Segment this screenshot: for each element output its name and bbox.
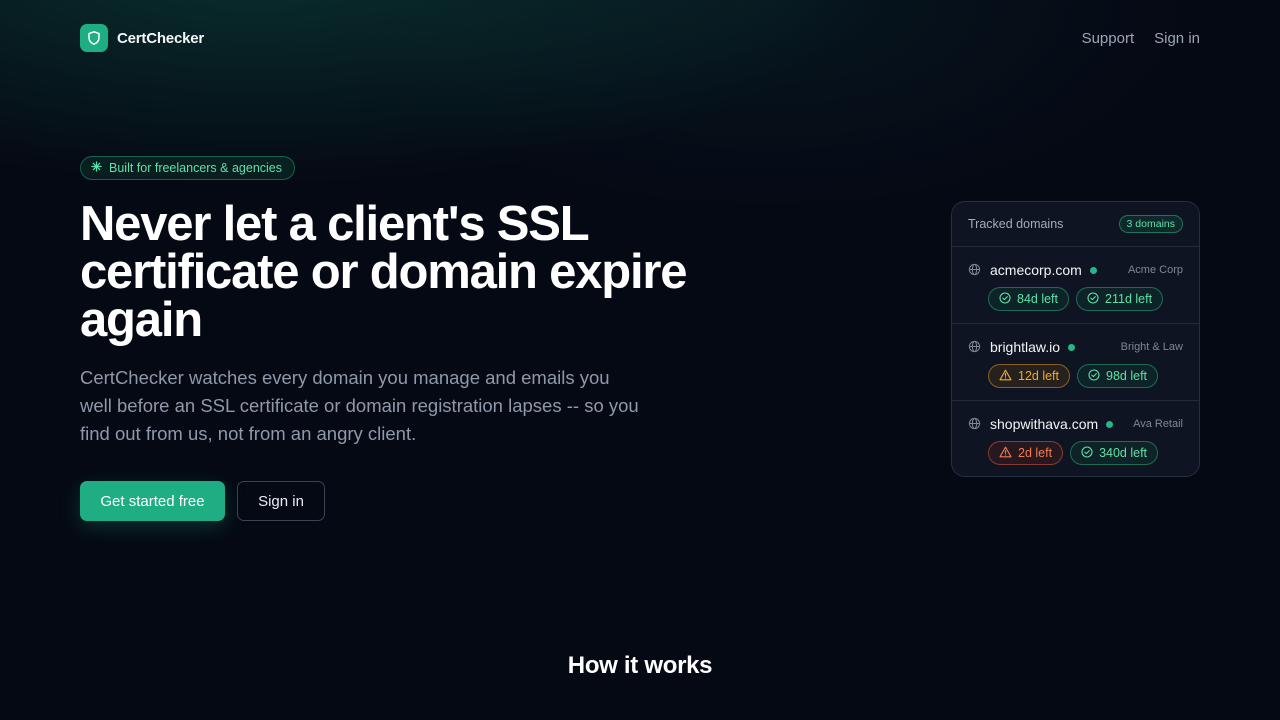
card-title: Tracked domains: [968, 217, 1064, 231]
tracked-domains-card: Tracked domains 3 domains acmecorp.com A…: [951, 201, 1200, 477]
sign-in-button[interactable]: Sign in: [237, 481, 325, 521]
check-circle-icon: [1081, 445, 1093, 461]
nav-links: Support Sign in: [1082, 30, 1200, 47]
audience-badge: Built for freelancers & agencies: [80, 156, 296, 180]
domain-row[interactable]: shopwithava.com Ava Retail 2d left 340d …: [952, 401, 1199, 476]
warning-triangle-icon: [999, 446, 1012, 461]
ssl-expiry-tag: 84d left: [988, 287, 1070, 311]
domain-row[interactable]: brightlaw.io Bright & Law 12d left 98d l…: [952, 324, 1199, 401]
top-nav: CertChecker Support Sign in: [80, 24, 1200, 52]
domain-expiry-tag: 340d left: [1070, 441, 1159, 465]
domain-days-left: 340d left: [1099, 446, 1148, 460]
domain-days-left: 98d left: [1106, 369, 1148, 383]
card-header: Tracked domains 3 domains: [952, 202, 1199, 247]
ssl-expiry-tag: 2d left: [988, 441, 1064, 465]
sparkle-icon: [91, 159, 102, 177]
ssl-days-left: 2d left: [1018, 446, 1053, 460]
domain-name: shopwithava.com: [990, 416, 1099, 432]
ssl-days-left: 84d left: [1017, 292, 1059, 306]
nav-link-sign-in[interactable]: Sign in: [1154, 30, 1200, 47]
client-name: Bright & Law: [1120, 341, 1183, 353]
ssl-expiry-tag: 12d left: [988, 364, 1071, 388]
domain-name: acmecorp.com: [990, 262, 1082, 278]
globe-icon: [968, 263, 982, 277]
domain-days-left: 211d left: [1105, 292, 1153, 306]
globe-icon: [968, 417, 982, 431]
brand-name: CertChecker: [117, 29, 205, 47]
get-started-button[interactable]: Get started free: [80, 481, 225, 521]
domain-row[interactable]: acmecorp.com Acme Corp 84d left 211d lef…: [952, 247, 1199, 324]
badge-label: Built for freelancers & agencies: [109, 161, 283, 175]
status-dot: [1089, 266, 1097, 274]
domain-expiry-tag: 211d left: [1076, 287, 1164, 311]
globe-icon: [968, 340, 982, 354]
nav-link-support[interactable]: Support: [1082, 30, 1135, 47]
status-dot: [1068, 343, 1076, 351]
check-circle-icon: [999, 291, 1011, 307]
shield-icon: [80, 24, 108, 52]
domain-count-badge: 3 domains: [1118, 215, 1183, 233]
warning-triangle-icon: [999, 369, 1012, 384]
check-circle-icon: [1088, 368, 1100, 384]
status-dot: [1106, 420, 1114, 428]
ssl-days-left: 12d left: [1018, 369, 1060, 383]
hero-headline: Never let a client's SSL certificate or …: [80, 197, 688, 347]
domain-name: brightlaw.io: [990, 339, 1061, 355]
hero-subtext: CertChecker watches every domain you man…: [80, 367, 639, 444]
check-circle-icon: [1087, 291, 1099, 307]
brand[interactable]: CertChecker: [80, 24, 204, 52]
client-name: Ava Retail: [1133, 418, 1183, 430]
domain-expiry-tag: 98d left: [1077, 364, 1159, 388]
how-it-works-heading: How it works: [567, 652, 713, 679]
client-name: Acme Corp: [1127, 264, 1183, 276]
